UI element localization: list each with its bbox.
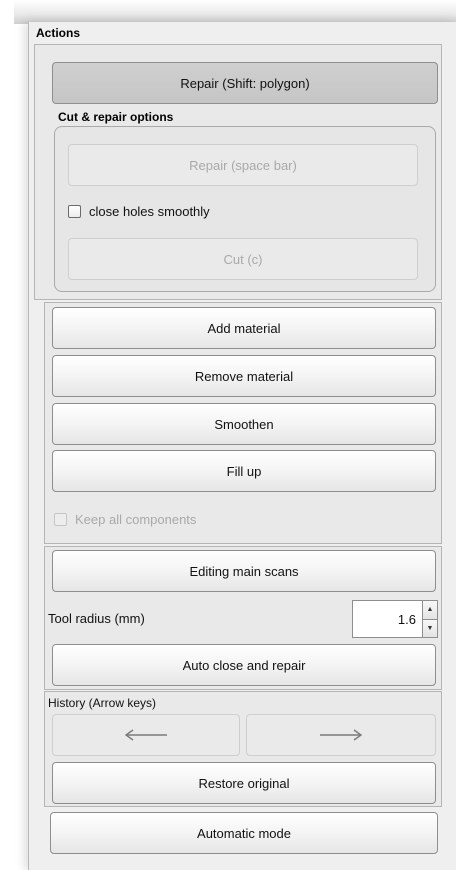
keep-components-checkbox-row[interactable]: Keep all components: [54, 512, 196, 527]
close-holes-label: close holes smoothly: [89, 204, 210, 219]
spinner-arrows[interactable]: ▲ ▼: [422, 601, 437, 637]
spinner-down-icon[interactable]: ▼: [423, 618, 437, 637]
restore-original-button[interactable]: Restore original: [52, 762, 436, 804]
tool-radius-value[interactable]: 1.6: [353, 601, 422, 637]
repair-polygon-label: Repair (Shift: polygon): [180, 75, 310, 91]
tool-radius-spinner[interactable]: 1.6 ▲ ▼: [352, 600, 438, 638]
arrow-left-icon: [124, 729, 167, 741]
tool-radius-label: Tool radius (mm): [48, 611, 145, 626]
panel-title: Actions: [36, 26, 81, 40]
repair-polygon-button[interactable]: Repair (Shift: polygon): [52, 62, 438, 104]
window-edge-shadow: [14, 0, 456, 24]
close-holes-checkbox-row[interactable]: close holes smoothly: [68, 204, 210, 219]
restore-original-label: Restore original: [198, 775, 290, 791]
history-back-button[interactable]: [52, 714, 240, 756]
editing-main-scans-button[interactable]: Editing main scans: [52, 550, 436, 592]
smoothen-label: Smoothen: [214, 416, 274, 432]
auto-close-repair-button[interactable]: Auto close and repair: [52, 644, 436, 686]
history-title: History (Arrow keys): [48, 696, 157, 710]
arrow-right-icon: [320, 729, 363, 741]
cut-button[interactable]: Cut (c): [68, 238, 418, 280]
fill-up-label: Fill up: [226, 463, 262, 479]
close-holes-checkbox[interactable]: [68, 205, 81, 218]
editing-main-scans-label: Editing main scans: [189, 563, 299, 579]
smoothen-button[interactable]: Smoothen: [52, 403, 436, 445]
repair-space-label: Repair (space bar): [189, 157, 297, 173]
fill-up-button[interactable]: Fill up: [52, 450, 436, 492]
automatic-mode-button[interactable]: Automatic mode: [50, 812, 438, 854]
remove-material-button[interactable]: Remove material: [52, 355, 436, 397]
keep-components-label: Keep all components: [75, 512, 197, 527]
auto-close-repair-label: Auto close and repair: [182, 657, 306, 673]
cut-label: Cut (c): [223, 251, 263, 267]
automatic-mode-label: Automatic mode: [197, 825, 291, 841]
repair-space-button[interactable]: Repair (space bar): [68, 144, 418, 186]
cut-repair-title: Cut & repair options: [58, 110, 174, 124]
add-material-button[interactable]: Add material: [52, 307, 436, 349]
keep-components-checkbox[interactable]: [54, 513, 67, 526]
history-forward-button[interactable]: [246, 714, 436, 756]
remove-material-label: Remove material: [194, 368, 294, 384]
spinner-up-icon[interactable]: ▲: [423, 601, 437, 619]
add-material-label: Add material: [207, 320, 281, 336]
